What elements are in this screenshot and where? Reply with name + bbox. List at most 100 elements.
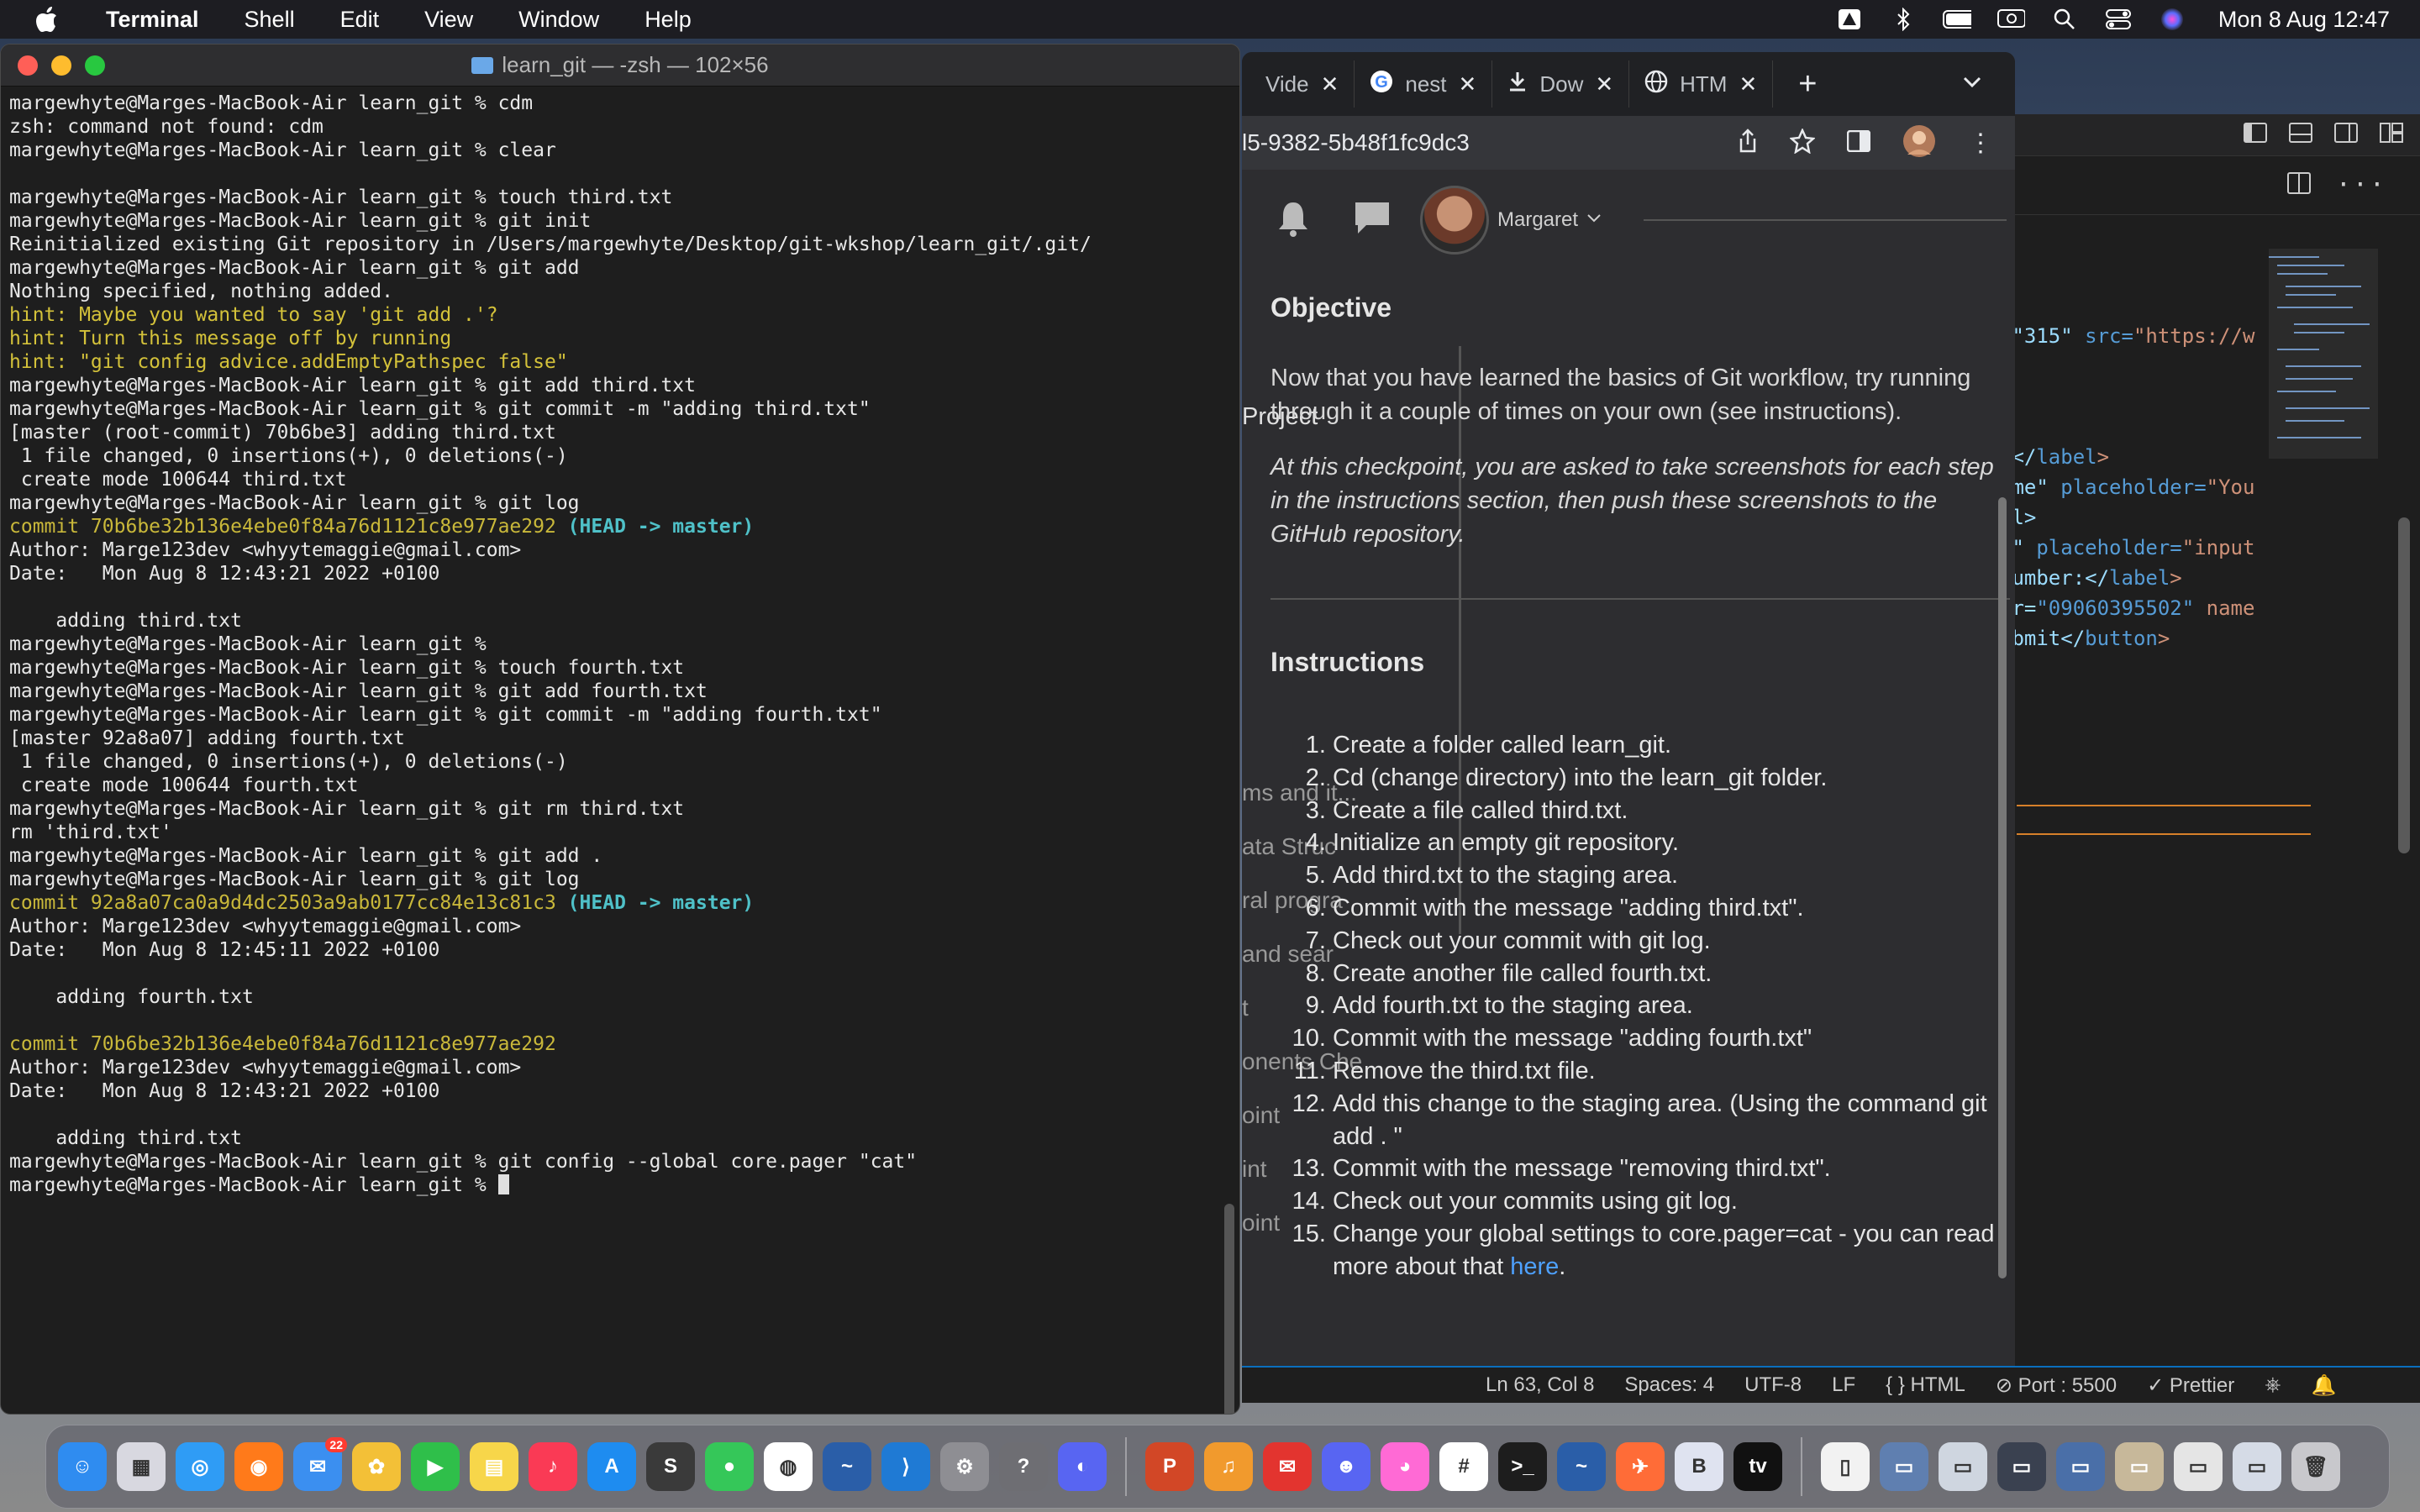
side-panel-icon[interactable] — [1846, 129, 1871, 156]
notifications-bell-icon[interactable] — [1276, 199, 1311, 242]
editor-scrollbar[interactable] — [2398, 517, 2410, 853]
sidebar-ghost-item[interactable]: int — [1242, 1156, 1267, 1183]
folder-stack-icon[interactable]: ▭ — [1880, 1442, 1928, 1491]
screenshot-stack-2-icon[interactable]: ▭ — [1997, 1442, 2046, 1491]
toggle-primary-sidebar-icon[interactable] — [2244, 122, 2267, 148]
control-center-icon[interactable] — [2104, 7, 2133, 32]
tab-search-chevron-icon[interactable] — [1963, 76, 1981, 92]
live-server-port[interactable]: ⊘ Port : 5500 — [1996, 1373, 2117, 1398]
help-icon[interactable]: ? — [999, 1442, 1048, 1491]
sidebar-ghost-item[interactable]: t — [1242, 995, 1249, 1021]
customize-layout-icon[interactable] — [2380, 122, 2403, 148]
battery-icon[interactable] — [1942, 7, 1971, 32]
finder-icon[interactable]: ☺ — [58, 1442, 107, 1491]
spotlight-search-icon[interactable] — [2050, 7, 2079, 32]
music-icon[interactable]: ♪ — [529, 1442, 577, 1491]
facetime-icon[interactable]: ▶ — [411, 1442, 460, 1491]
browser-menu-icon[interactable]: ⋮ — [1968, 129, 1993, 158]
page-scrollbar[interactable] — [1998, 497, 2007, 1278]
cursor-position[interactable]: Ln 63, Col 8 — [1486, 1373, 1594, 1397]
browser-tab-html[interactable]: HTM ✕ — [1629, 60, 1774, 108]
apple-tv-icon[interactable]: tv — [1733, 1442, 1782, 1491]
close-tab-icon[interactable]: ✕ — [1739, 71, 1757, 97]
address-bar[interactable]: l5-9382-5b48f1fc9dc3 ⋮ — [1242, 116, 2015, 170]
postman-icon[interactable]: ✈ — [1616, 1442, 1665, 1491]
menu-edit[interactable]: Edit — [318, 7, 402, 33]
screenshot-stack-1-icon[interactable]: ▭ — [1939, 1442, 1987, 1491]
bluetooth-icon[interactable] — [1889, 7, 1918, 32]
wireshark-2-icon[interactable]: ~ — [1557, 1442, 1606, 1491]
browser-tab-video[interactable]: Vide ✕ — [1250, 60, 1355, 108]
vscode-icon[interactable]: ⟩ — [881, 1442, 930, 1491]
more-actions-icon[interactable]: ··· — [2336, 171, 2386, 200]
user-name[interactable]: Margaret — [1497, 208, 1578, 232]
trash-icon[interactable]: 🗑 — [2291, 1442, 2340, 1491]
here-link[interactable]: here — [1510, 1253, 1559, 1280]
close-tab-icon[interactable]: ✕ — [1459, 71, 1477, 97]
split-editor-icon[interactable] — [2286, 171, 2311, 199]
notifications-icon[interactable]: 🔔 — [2311, 1373, 2336, 1398]
discord-dock-icon[interactable]: ◐ — [1058, 1442, 1107, 1491]
launchpad-icon[interactable]: ▦ — [117, 1442, 166, 1491]
messages-icon[interactable]: ● — [705, 1442, 754, 1491]
menu-clock[interactable]: Mon 8 Aug 12:47 — [2218, 7, 2390, 33]
screen-mirroring-icon[interactable] — [1996, 7, 2025, 32]
photos-icon[interactable]: ✿ — [352, 1442, 401, 1491]
email-client-icon[interactable]: ✉ — [1263, 1442, 1312, 1491]
terminal-icon[interactable]: >_ — [1498, 1442, 1547, 1491]
bbedit-icon[interactable]: B — [1675, 1442, 1723, 1491]
language-mode[interactable]: { } HTML — [1886, 1373, 1965, 1397]
user-avatar[interactable] — [1420, 186, 1489, 255]
wireshark-icon[interactable]: ~ — [823, 1442, 871, 1491]
minimize-window-button[interactable] — [51, 55, 71, 76]
prettier-status[interactable]: ✓ Prettier — [2147, 1373, 2234, 1398]
menu-app-name[interactable]: Terminal — [89, 7, 222, 33]
close-tab-icon[interactable]: ✕ — [1595, 71, 1613, 97]
sublime-icon[interactable]: S — [646, 1442, 695, 1491]
close-window-button[interactable] — [18, 55, 38, 76]
document-icon[interactable]: ▯ — [1821, 1442, 1870, 1491]
screenshot-stack-6-icon[interactable]: ▭ — [2233, 1442, 2281, 1491]
screenshot-stack-3-icon[interactable]: ▭ — [2056, 1442, 2105, 1491]
toggle-secondary-sidebar-icon[interactable] — [2334, 122, 2358, 148]
siri-icon[interactable] — [2158, 7, 2186, 32]
menu-view[interactable]: View — [402, 7, 496, 33]
toggle-panel-icon[interactable] — [2289, 122, 2312, 148]
encoding[interactable]: UTF-8 — [1744, 1373, 1802, 1397]
menu-help[interactable]: Help — [622, 7, 714, 33]
system-preferences-icon[interactable]: ⚙ — [940, 1442, 989, 1491]
mail-icon[interactable]: ✉ 22 — [293, 1437, 347, 1491]
safari-icon[interactable]: ◎ — [176, 1442, 224, 1491]
new-tab-icon[interactable]: + — [1773, 66, 1842, 102]
indentation[interactable]: Spaces: 4 — [1624, 1373, 1714, 1397]
menu-shell[interactable]: Shell — [222, 7, 318, 33]
app-store-icon[interactable]: A — [587, 1442, 636, 1491]
url-text[interactable]: l5-9382-5b48f1fc9dc3 — [1242, 129, 1738, 156]
slack-icon[interactable]: # — [1439, 1442, 1488, 1491]
accounts-icon[interactable]: ⎈ — [2265, 1373, 2281, 1397]
bookmark-star-icon[interactable] — [1789, 127, 1816, 158]
notes-icon[interactable]: ▤ — [470, 1442, 518, 1491]
chrome-icon[interactable]: ◍ — [764, 1442, 813, 1491]
terminal-scrollbar[interactable] — [1224, 1204, 1234, 1414]
firefox-icon[interactable]: ◉ — [234, 1442, 283, 1491]
terminal-output[interactable]: margewhyte@Marges-MacBook-Air learn_git … — [1, 87, 1239, 1197]
color-picker-icon[interactable]: ◕ — [1381, 1442, 1429, 1491]
end-of-line[interactable]: LF — [1832, 1373, 1855, 1397]
menu-window[interactable]: Window — [496, 7, 622, 33]
editor-code-area[interactable]: ="315" src="https://w:</label> ame" place… — [2000, 324, 2395, 657]
screenshot-stack-5-icon[interactable]: ▭ — [2174, 1442, 2223, 1491]
apple-menu-icon[interactable] — [30, 6, 64, 33]
messages-chat-icon[interactable] — [1353, 200, 1392, 241]
zoom-window-button[interactable] — [85, 55, 105, 76]
discord-icon[interactable]: ☻ — [1322, 1442, 1370, 1491]
powerpoint-icon[interactable]: P — [1145, 1442, 1194, 1491]
profile-avatar[interactable] — [1902, 124, 1936, 162]
close-tab-icon[interactable]: ✕ — [1321, 71, 1339, 97]
google-drive-icon[interactable] — [1835, 7, 1864, 32]
browser-tab-google[interactable]: G nest ✕ — [1355, 60, 1493, 108]
screenshot-stack-4-icon[interactable]: ▭ — [2115, 1442, 2164, 1491]
browser-tab-downloads[interactable]: Dow ✕ — [1492, 60, 1630, 108]
share-icon[interactable] — [1738, 128, 1758, 158]
garageband-icon[interactable]: ♫ — [1204, 1442, 1253, 1491]
